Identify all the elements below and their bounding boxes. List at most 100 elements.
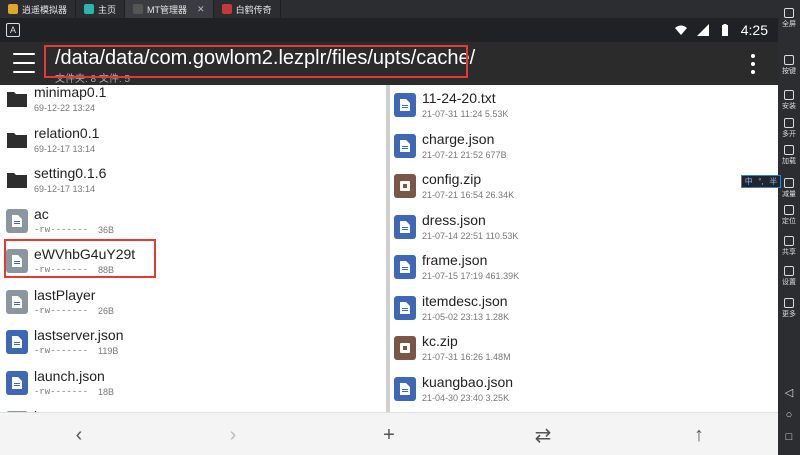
file-row[interactable]: lg: [0, 405, 386, 412]
tab-emulator[interactable]: 逍遥模拟器: [0, 0, 77, 18]
folder-icon: [7, 173, 27, 188]
sidebar-item[interactable]: 按键: [778, 55, 800, 76]
emulator-sidebar: 全屏按键安装多开加载减量定位共享设置更多 ◁ ○ □: [778, 0, 800, 455]
file-icon: [12, 214, 22, 227]
file-size: 88B: [98, 265, 115, 275]
hamburger-menu-icon[interactable]: [13, 53, 35, 73]
file-meta: 21-04-30 23:40 3.25K: [422, 392, 510, 403]
app-bar: /data/data/com.gowlom2.lezplr/files/upts…: [0, 42, 778, 85]
plus-icon[interactable]: +: [376, 422, 402, 448]
sidebar-item-label: 多开: [782, 131, 796, 138]
file-meta: 21-07-15 17:19 461.39K: [422, 271, 520, 281]
home-circle-icon[interactable]: ○: [778, 409, 800, 421]
file-meta: 21-07-14 22:51 110.53K: [422, 230, 519, 241]
file-permissions: -rw-------: [34, 224, 89, 235]
sidebar-item-label: 更多: [782, 311, 796, 318]
file-row[interactable]: itemdesc.json 21-05-02 23:13 1.28K: [390, 290, 778, 330]
tab-baihe[interactable]: 白鹤传奇: [214, 0, 281, 18]
game-app-icon: [221, 4, 232, 14]
file-size: 119B: [98, 346, 119, 356]
sidebar-tool-icon: [784, 236, 794, 246]
android-status-bar: A 4:25: [0, 18, 778, 42]
sidebar-item[interactable]: 多开: [778, 118, 800, 139]
file-row[interactable]: kuangbao.json 21-04-30 23:40 3.25K: [390, 371, 778, 411]
file-icon: [394, 376, 416, 401]
emulator-window: 逍遥模拟器 主页 MT管理器 ✕ 白鹤传奇 A 4:25 /data/data/…: [0, 0, 800, 455]
arrow-up-icon[interactable]: ↑: [686, 422, 712, 448]
file-row[interactable]: config.zip 21-07-21 16:54 26.34K: [390, 168, 778, 208]
swap-arrows-icon[interactable]: ⇄: [530, 422, 556, 448]
file-meta: 69-12-17 13:14: [34, 184, 96, 194]
folder-icon: [6, 87, 28, 111]
file-icon: [400, 220, 410, 233]
folder-icon: [7, 92, 27, 107]
sidebar-item[interactable]: 减量: [778, 178, 800, 199]
chevron-right-icon[interactable]: ›: [220, 422, 246, 448]
file-meta: 21-07-31 16:26 1.48M: [422, 352, 511, 362]
sidebar-item[interactable]: 设置: [778, 266, 800, 287]
battery-icon: [721, 24, 728, 36]
emulator-app-icon: [8, 4, 18, 14]
sidebar-item[interactable]: 定位: [778, 205, 800, 226]
tab-label: 逍遥模拟器: [22, 4, 68, 15]
file-permissions: -rw-------: [34, 346, 89, 356]
tab-mt-manager[interactable]: MT管理器 ✕: [125, 0, 214, 18]
folder-icon: [6, 128, 28, 152]
file-meta: 21-07-31 11:24 5.53K: [422, 109, 509, 119]
bottom-toolbar: ‹ › + ⇄ ↑: [0, 412, 778, 455]
sidebar-item[interactable]: 更多: [778, 298, 800, 319]
file-icon: [400, 301, 410, 314]
current-path: /data/data/com.gowlom2.lezplr/files/upts…: [55, 47, 476, 69]
zip-icon: [400, 343, 410, 353]
left-file-pane[interactable]: minimap0.1 69-12-22 13:24 relation0.1 69-12…: [0, 85, 386, 412]
file-icon: [12, 255, 22, 267]
zip-icon: [394, 336, 416, 360]
file-row[interactable]: minimap0.1 69-12-22 13:24: [0, 85, 386, 121]
sidebar-item-label: 安装: [782, 103, 796, 110]
overflow-menu-icon[interactable]: [746, 54, 760, 74]
file-row[interactable]: relation0.1 69-12-17 13:14: [0, 122, 386, 162]
file-icon: [12, 295, 22, 308]
file-row[interactable]: setting0.1.6 69-12-17 13:14: [0, 162, 386, 202]
mt-manager-app-icon: [133, 4, 144, 14]
back-triangle-icon[interactable]: ◁: [778, 386, 800, 399]
file-row[interactable]: kc.zip 21-07-31 16:26 1.48M: [390, 330, 778, 370]
file-row[interactable]: lastPlayer -rw------- 26B: [0, 284, 386, 324]
sidebar-item-label: 按键: [782, 68, 796, 75]
sidebar-item[interactable]: 全屏: [778, 8, 800, 29]
file-icon: [6, 249, 28, 273]
file-name: lastPlayer: [34, 286, 96, 303]
file-icon: [400, 139, 410, 152]
signal-icon: [696, 24, 709, 36]
tab-home[interactable]: 主页: [76, 0, 126, 18]
file-row[interactable]: launch.json -rw------- 18B: [0, 365, 386, 405]
file-meta: 21-07-21 21:52 677B: [422, 149, 507, 160]
ime-toolbar[interactable]: 中 °, 半: [741, 175, 781, 188]
file-row[interactable]: lastserver.json -rw------- 119B: [0, 324, 386, 364]
file-icon: [6, 289, 28, 314]
sidebar-item[interactable]: 安装: [778, 90, 800, 111]
sidebar-tool-icon: [784, 205, 794, 215]
file-icon: [400, 99, 410, 111]
emulator-tab-bar: 逍遥模拟器 主页 MT管理器 ✕ 白鹤传奇: [0, 0, 778, 18]
sidebar-item[interactable]: 共享: [778, 236, 800, 257]
file-row[interactable]: eWVhbG4uY29t -rw------- 88B: [0, 243, 386, 283]
file-icon: [6, 330, 28, 354]
right-file-pane[interactable]: 11-24-20.txt 21-07-31 11:24 5.53K charge.j…: [390, 85, 778, 412]
file-row[interactable]: 11-24-20.txt 21-07-31 11:24 5.53K: [390, 87, 778, 127]
recents-square-icon[interactable]: □: [778, 431, 800, 443]
file-row[interactable]: dress.json 21-07-14 22:51 110.53K: [390, 209, 778, 249]
sidebar-tool-icon: [784, 118, 794, 128]
sidebar-item[interactable]: 加载: [778, 145, 800, 166]
folder-icon: [7, 132, 27, 148]
file-permissions: -rw-------: [34, 265, 89, 275]
file-row[interactable]: ac -rw------- 36B: [0, 203, 386, 243]
file-row[interactable]: frame.json 21-07-15 17:19 461.39K: [390, 249, 778, 289]
ime-punct-label: °,: [758, 177, 764, 186]
close-icon[interactable]: ✕: [197, 4, 205, 15]
file-row[interactable]: charge.json 21-07-21 21:52 677B: [390, 128, 778, 168]
sidebar-item-label: 加载: [782, 158, 796, 165]
file-meta: 21-07-21 16:54 26.34K: [422, 190, 515, 200]
chevron-left-icon[interactable]: ‹: [66, 422, 92, 448]
file-name: ac: [34, 205, 49, 222]
